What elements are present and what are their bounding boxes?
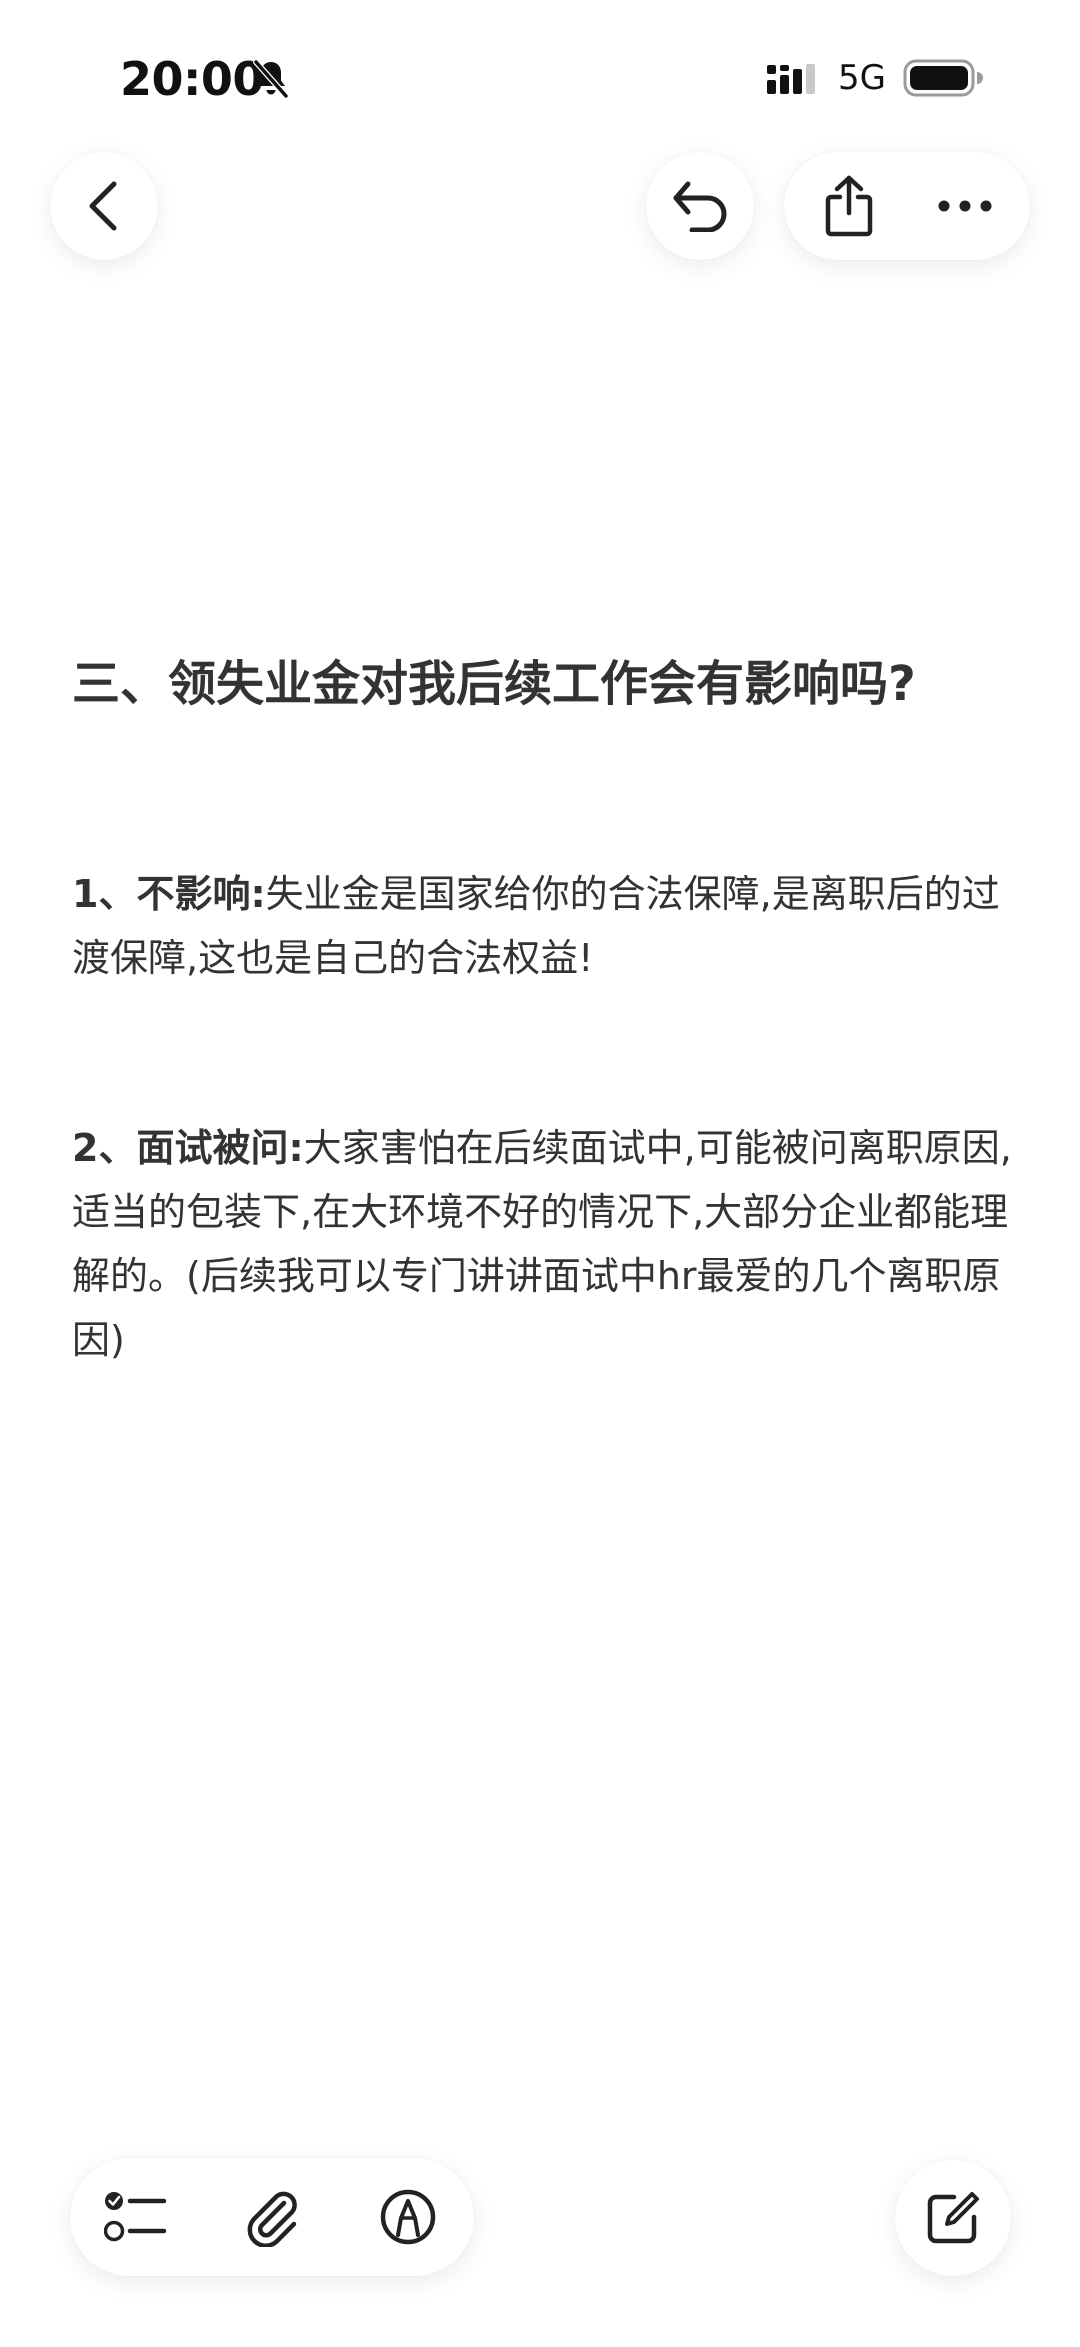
actions-pill xyxy=(784,152,1030,260)
paragraph-lead: 2、面试被问: xyxy=(72,1126,304,1170)
notes-screen: 20:00 5G 三、领失业金对我后续工作会有影响吗? 1、不影响:失业金是国家… xyxy=(0,0,1080,2347)
note-paragraph-2: 2、面试被问:大家害怕在后续面试中,可能被问离职原因,适当的包装下,在大环境不好… xyxy=(72,1116,1012,1372)
back-button[interactable] xyxy=(50,152,158,260)
more-icon xyxy=(938,200,992,212)
checklist-button[interactable] xyxy=(88,2172,184,2262)
bell-muted-icon xyxy=(253,59,289,99)
checklist-icon xyxy=(104,2192,167,2242)
more-button[interactable] xyxy=(920,160,1010,252)
undo-icon xyxy=(673,181,727,232)
note-paragraph-1: 1、不影响:失业金是国家给你的合法保障,是离职后的过渡保障,这也是自己的合法权益… xyxy=(72,862,1012,990)
share-icon xyxy=(825,175,873,237)
compose-icon xyxy=(927,2192,979,2244)
back-icon xyxy=(89,181,117,231)
undo-button[interactable] xyxy=(646,152,754,260)
paragraph-lead: 1、不影响: xyxy=(72,872,266,916)
signal-icon xyxy=(767,64,815,94)
markup-button[interactable] xyxy=(360,2172,456,2262)
battery-icon xyxy=(903,59,983,97)
compose-button[interactable] xyxy=(895,2160,1011,2276)
network-type: 5G xyxy=(838,58,886,98)
format-toolbar xyxy=(70,2158,474,2276)
attachment-button[interactable] xyxy=(224,2172,320,2262)
status-bar: 20:00 5G xyxy=(0,0,1080,150)
note-title: 三、领失业金对我后续工作会有影响吗? xyxy=(72,656,916,712)
status-time: 20:00 xyxy=(120,52,264,106)
attachment-icon xyxy=(247,2191,297,2247)
markup-icon xyxy=(380,2189,436,2245)
share-button[interactable] xyxy=(804,160,894,252)
